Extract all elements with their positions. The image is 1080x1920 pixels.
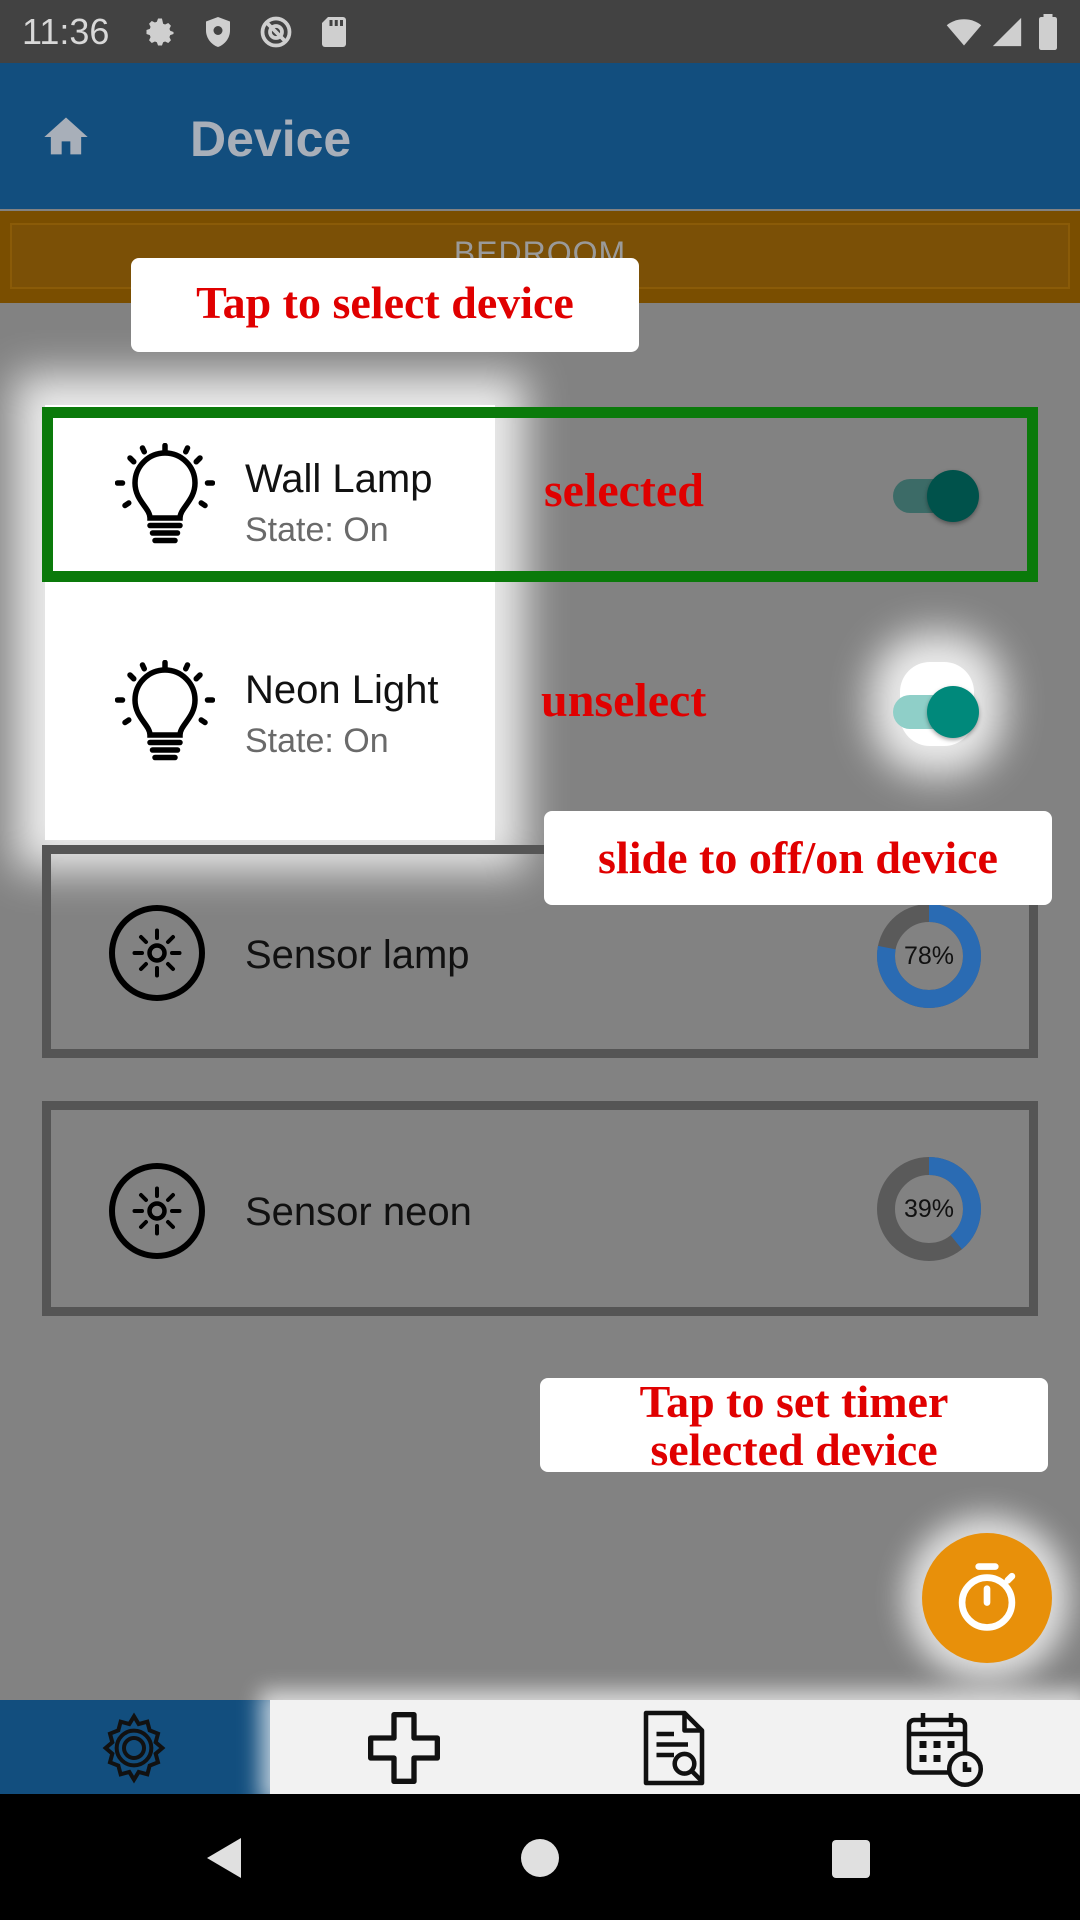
nav-item-schedule[interactable] <box>810 1700 1080 1794</box>
nav-item-report[interactable] <box>540 1700 810 1794</box>
sun-sensor-icon <box>109 1163 205 1259</box>
shield-icon <box>206 17 230 47</box>
device-name: Neon Light <box>245 668 439 712</box>
status-bar: 11:36 <box>0 0 1080 63</box>
recents-icon[interactable] <box>832 1840 870 1878</box>
wifi-icon <box>946 19 982 46</box>
device-name: Wall Lamp <box>245 457 433 501</box>
bottom-navigation <box>0 1700 1080 1794</box>
device-card-wall-lamp[interactable]: Wall Lamp State: On selected <box>42 407 1038 582</box>
gauge-label: 78% <box>903 942 955 970</box>
toggle-thumb <box>927 686 979 738</box>
nav-item-add[interactable] <box>270 1700 540 1794</box>
system-navigation-bar <box>0 1794 1080 1920</box>
status-time: 11:36 <box>22 11 110 52</box>
tip-timer-line2: selected device <box>650 1424 938 1475</box>
annotation-unselect: unselect <box>541 674 707 727</box>
app-bar: Device <box>0 63 1080 209</box>
settings-status-icon <box>146 18 174 46</box>
gear-icon <box>102 1712 166 1784</box>
device-card-neon-light[interactable]: Neon Light State: On unselect <box>42 624 1038 799</box>
home-circle-icon[interactable] <box>521 1839 559 1877</box>
signal-icon <box>992 17 1022 47</box>
nav-item-settings[interactable] <box>0 1700 270 1794</box>
back-icon[interactable] <box>205 1836 245 1880</box>
sensor-name: Sensor lamp <box>245 933 470 977</box>
calendar-clock-icon <box>906 1713 984 1788</box>
annotation-selected: selected <box>544 464 704 517</box>
sensor-name: Sensor neon <box>245 1190 472 1234</box>
device-state: State: On <box>245 722 389 760</box>
tip-slide-toggle: slide to off/on device <box>544 811 1052 905</box>
document-search-icon <box>643 1710 705 1786</box>
device-state: State: On <box>245 511 389 549</box>
sensor-gauge: 78% <box>874 901 984 1011</box>
light-bulb-icon <box>115 443 215 544</box>
page-title: Device <box>190 111 352 167</box>
device-toggle[interactable] <box>893 466 993 526</box>
sd-card-icon <box>322 17 346 47</box>
tip-timer-line1: Tap to set timer <box>639 1376 949 1427</box>
gauge-label: 39% <box>903 1195 955 1223</box>
home-icon[interactable] <box>40 111 92 163</box>
tip-select-text: Tap to select device <box>196 277 574 328</box>
sun-sensor-icon <box>109 905 205 1001</box>
tip-timer: Tap to set timer selected device <box>540 1376 1048 1475</box>
timer-fab-button[interactable] <box>922 1533 1052 1663</box>
sync-status-icon <box>260 16 292 48</box>
battery-icon <box>1039 14 1057 50</box>
light-bulb-icon <box>115 660 215 761</box>
tip-select-device: Tap to select device <box>131 258 639 352</box>
stopwatch-icon <box>958 1563 1016 1631</box>
plus-icon <box>368 1712 441 1784</box>
sensor-gauge: 39% <box>874 1154 984 1264</box>
tip-slide-text: slide to off/on device <box>598 832 998 883</box>
toggle-thumb <box>927 470 979 522</box>
device-toggle[interactable] <box>893 682 993 742</box>
